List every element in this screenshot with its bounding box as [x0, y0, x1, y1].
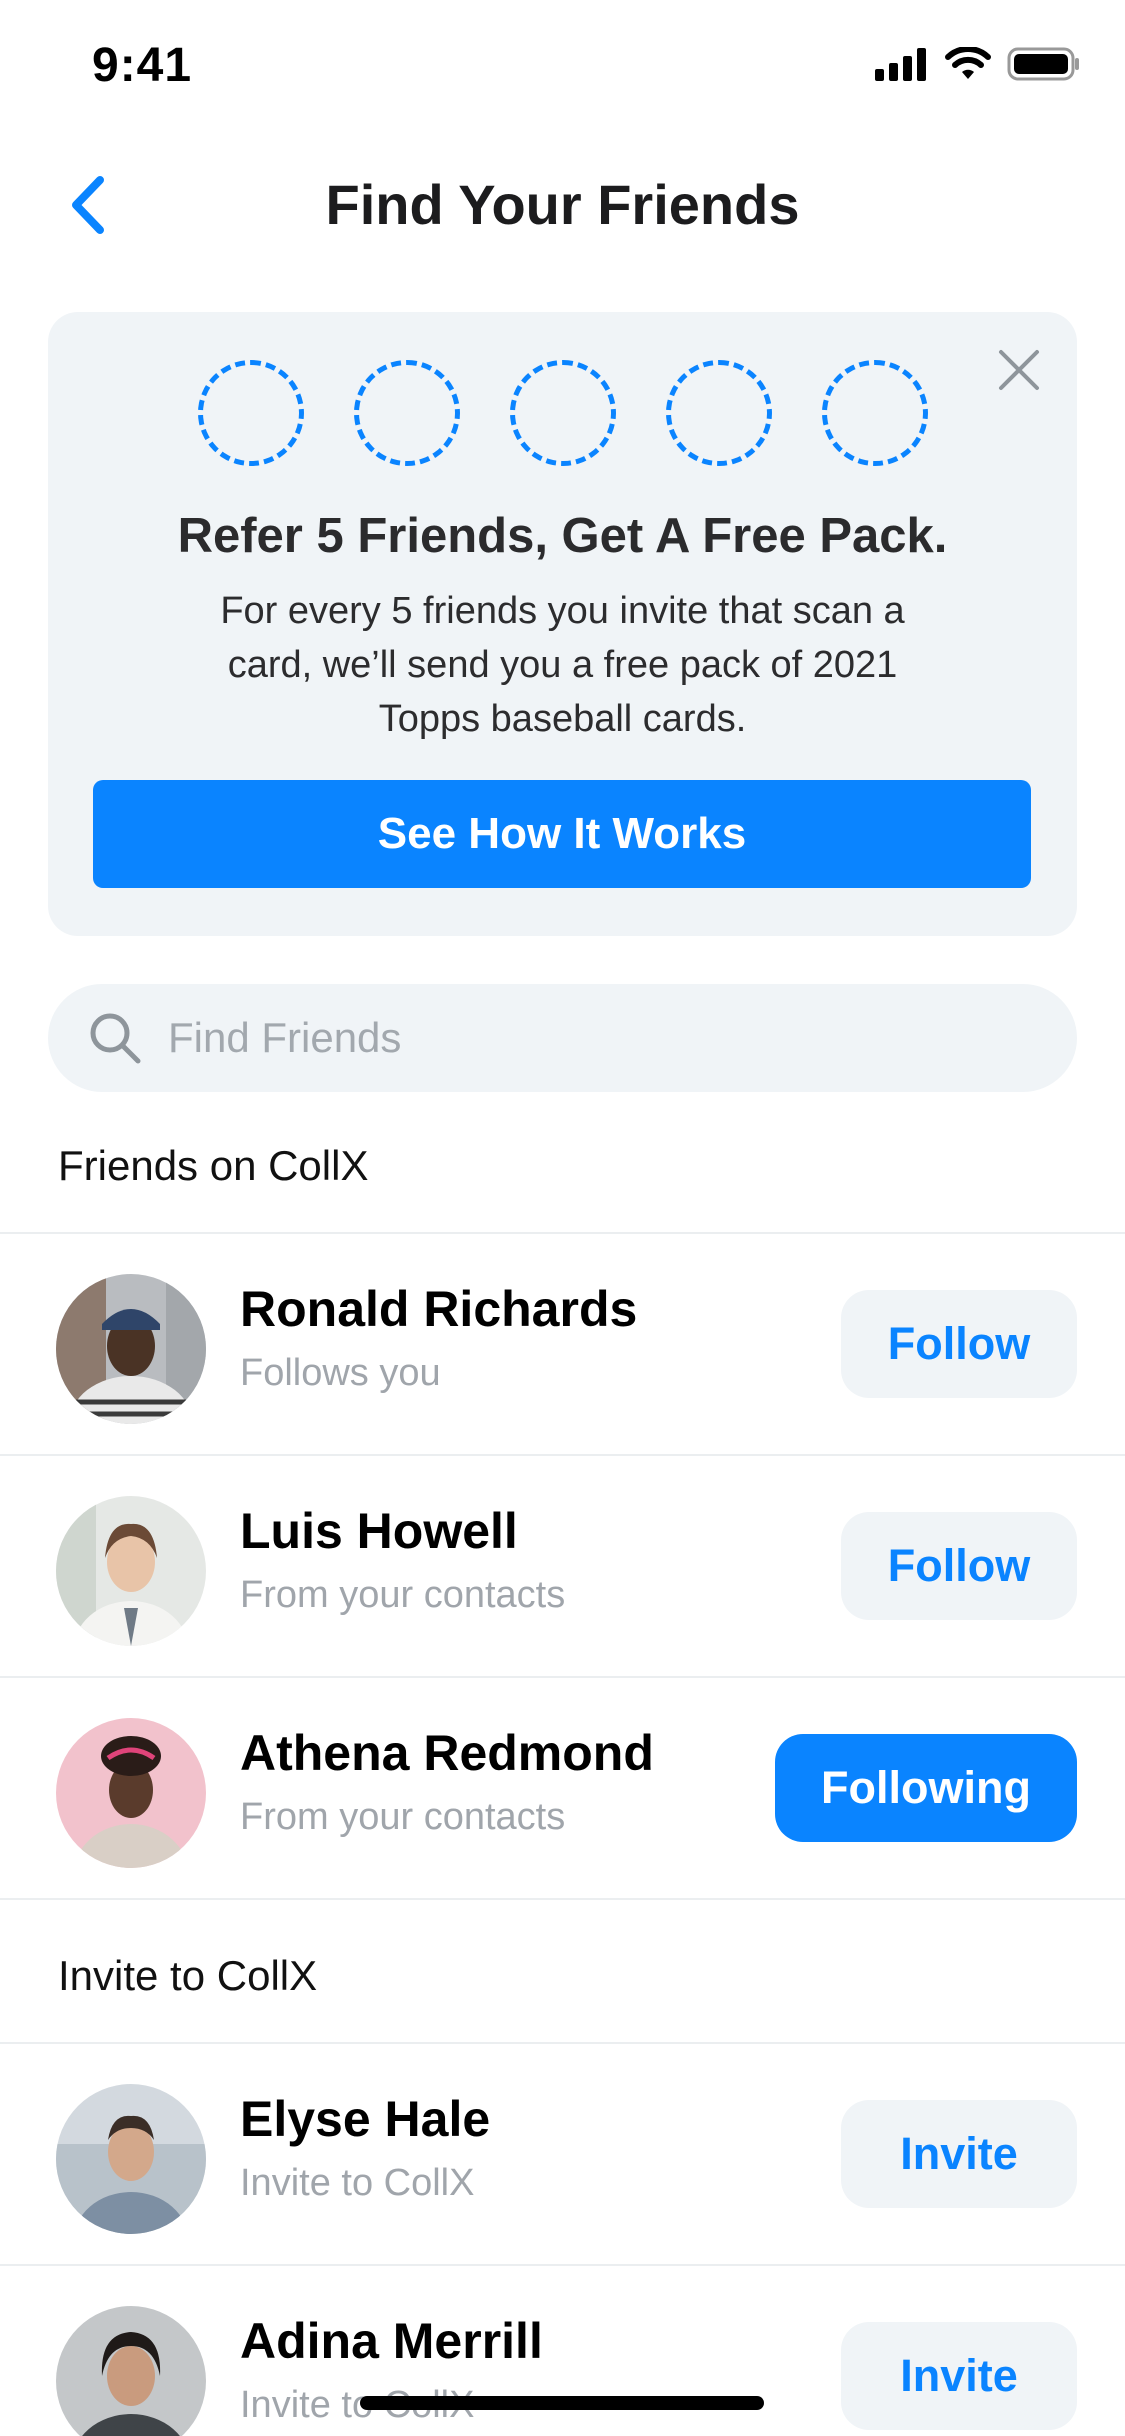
battery-icon [1007, 47, 1079, 81]
cellular-signal-icon [875, 48, 926, 81]
promo-title: Refer 5 Friends, Get A Free Pack. [177, 509, 948, 563]
promo-description: For every 5 friends you invite that scan… [220, 590, 905, 740]
contact-name: Adina Merrill [240, 2313, 543, 2369]
referral-slot [509, 360, 616, 466]
friend-subtitle: From your contacts [240, 1796, 566, 1838]
invite-button[interactable]: Invite [841, 2100, 1077, 2208]
friend-row[interactable]: Athena Redmond From your contacts Follow… [0, 1678, 1125, 1898]
friend-row[interactable]: Ronald Richards Follows you Follow [0, 1234, 1125, 1454]
see-how-it-works-button[interactable]: See How It Works [93, 780, 1031, 888]
navigation-bar: Find Your Friends [0, 150, 1125, 260]
search-bar [48, 984, 1077, 1092]
friend-name: Athena Redmond [240, 1725, 654, 1781]
invite-section-title: Invite to CollX [58, 1952, 318, 1999]
referral-progress [48, 360, 1077, 466]
avatar [56, 1496, 206, 1646]
referral-slot [197, 360, 304, 466]
invite-row[interactable]: Elyse Hale Invite to CollX Invite [0, 2044, 1125, 2264]
avatar [56, 1274, 206, 1424]
avatar [56, 2084, 206, 2234]
page-title: Find Your Friends [325, 173, 800, 236]
referral-promo-card: Refer 5 Friends, Get A Free Pack. For ev… [48, 312, 1077, 936]
follow-button[interactable]: Follow [841, 1290, 1077, 1398]
referral-slot [821, 360, 928, 466]
contact-subtitle: Invite to CollX [240, 2162, 475, 2204]
search-icon [90, 1013, 141, 1064]
status-time: 9:41 [92, 39, 193, 92]
follow-button[interactable]: Follow [841, 1512, 1077, 1620]
status-bar: 9:41 [0, 0, 1125, 132]
invite-button[interactable]: Invite [841, 2322, 1077, 2430]
following-button[interactable]: Following [775, 1734, 1077, 1842]
contact-name: Elyse Hale [240, 2091, 491, 2147]
referral-slot [353, 360, 460, 466]
home-indicator[interactable] [360, 2396, 764, 2410]
referral-slot [665, 360, 772, 466]
friend-name: Luis Howell [240, 1503, 518, 1559]
wifi-icon [945, 47, 991, 79]
friend-subtitle: From your contacts [240, 1574, 566, 1616]
friend-subtitle: Follows you [240, 1352, 441, 1394]
invite-row[interactable]: Adina Merrill Invite to CollX Invite [0, 2266, 1125, 2436]
search-input[interactable] [168, 1014, 1028, 1062]
avatar [56, 2306, 206, 2436]
status-icons [875, 46, 1081, 82]
friend-row[interactable]: Luis Howell From your contacts Follow [0, 1456, 1125, 1676]
friends-section-title: Friends on CollX [58, 1142, 369, 1189]
avatar [56, 1718, 206, 1868]
divider [0, 1898, 1125, 1900]
friend-name: Ronald Richards [240, 1281, 638, 1337]
